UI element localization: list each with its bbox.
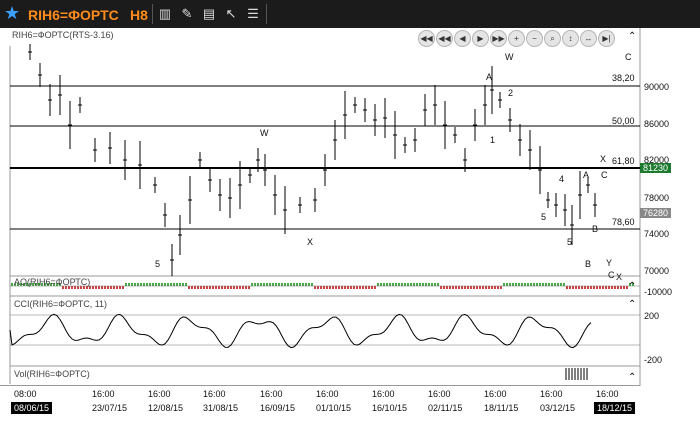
scroll-left-small-button[interactable]: ◀	[454, 30, 471, 47]
zoom-in-icon[interactable]: +	[508, 30, 525, 47]
collapse-main-icon[interactable]: ⌃	[628, 31, 636, 42]
date-tick: 12/08/15	[148, 403, 184, 413]
collapse-vol-icon[interactable]: ⌃	[628, 372, 636, 383]
pencil-icon[interactable]: ✎	[178, 5, 196, 23]
cci-axis-top: 200	[644, 311, 660, 321]
time-tick: 16:00	[148, 389, 171, 399]
symbol-label[interactable]: RIH6=ФОРТС	[28, 7, 119, 23]
separator	[152, 4, 153, 24]
date-tick: 18/12/15	[594, 402, 636, 414]
date-tick: 16/09/15	[260, 403, 296, 413]
collapse-ao-icon[interactable]: ⌃	[628, 281, 636, 292]
price-axis-label: 86000	[644, 119, 670, 129]
separator	[266, 4, 267, 24]
fit-vertical-icon[interactable]: ↕	[562, 30, 579, 47]
time-tick: 16:00	[372, 389, 395, 399]
wave-label: Y	[606, 258, 613, 268]
wave-label: W	[260, 128, 269, 138]
date-tick: 01/10/15	[316, 403, 352, 413]
fib-label: 38,20	[612, 73, 635, 83]
scroll-left-button[interactable]: ◀◀	[436, 30, 453, 47]
ao-panel-label: AO(RIH6=ФОРТС)	[14, 277, 91, 287]
cursor-icon[interactable]: ↖	[222, 5, 240, 23]
date-tick: 08/06/15	[11, 402, 53, 414]
bar-chart-icon[interactable]: ▥	[156, 5, 174, 23]
date-tick: 23/07/15	[92, 403, 128, 413]
wave-label: 2	[508, 88, 514, 98]
wave-label: C	[625, 52, 632, 62]
main-panel-label: RIH6=ФОРТС(RTS-3.16)	[12, 30, 114, 40]
vol-panel-label: Vol(RIH6=ФОРТС)	[14, 369, 90, 379]
date-tick: 16/10/15	[372, 403, 408, 413]
date-tick: 18/11/15	[484, 403, 519, 413]
current-price-tag: 81230	[640, 163, 672, 173]
price-axis-label: 70000	[644, 266, 670, 276]
search-icon[interactable]: ⌕	[544, 30, 561, 47]
time-tick: 16:00	[203, 389, 226, 399]
price-axis-label: 74000	[644, 229, 670, 239]
indicator-list-icon[interactable]: ☰	[244, 5, 262, 23]
collapse-cci-icon[interactable]: ⌃	[628, 299, 636, 310]
star-icon[interactable]: ★	[4, 3, 20, 23]
chart-type-icon[interactable]: ▤	[200, 5, 218, 23]
second-price-tag: 76280	[640, 208, 672, 218]
wave-label: X	[307, 237, 314, 247]
zoom-out-icon[interactable]: −	[526, 30, 543, 47]
time-tick: 08:00	[14, 389, 37, 399]
wave-label: C	[601, 170, 608, 180]
time-tick: 16:00	[428, 389, 451, 399]
scroll-right-small-button[interactable]: ▶	[472, 30, 489, 47]
wave-label: 4	[559, 174, 565, 184]
chart-canvas[interactable]	[0, 28, 700, 386]
fib-label: 61,80	[612, 156, 635, 166]
wave-label: W	[505, 52, 514, 62]
ao-axis-label: -10000	[644, 287, 673, 297]
price-axis-label: 78000	[644, 193, 670, 203]
date-tick: 03/12/15	[540, 403, 576, 413]
wave-label: B	[592, 224, 599, 234]
price-axis-label: 90000	[644, 82, 670, 92]
wave-label: 1	[490, 135, 496, 145]
scroll-first-button[interactable]: ◀◀	[418, 30, 435, 47]
scroll-right-button[interactable]: ▶▶	[490, 30, 507, 47]
scroll-last-button[interactable]: ▶|	[598, 30, 615, 47]
wave-label: 5	[567, 237, 573, 247]
x-axis: 08:00 16:00 16:00 16:00 16:00 16:00 16:0…	[0, 385, 640, 422]
date-tick: 31/08/15	[203, 403, 239, 413]
wave-label: A	[486, 72, 493, 82]
time-tick: 16:00	[596, 389, 619, 399]
cci-line	[9, 313, 592, 349]
time-tick: 16:00	[316, 389, 339, 399]
fib-label: 50,00	[612, 116, 635, 126]
date-tick: 02/11/15	[428, 403, 463, 413]
time-tick: 16:00	[92, 389, 115, 399]
wave-label: A	[583, 170, 590, 180]
time-tick: 16:00	[484, 389, 507, 399]
wave-label: C	[608, 270, 615, 280]
cci-panel-label: CCI(RIH6=ФОРТС, 11)	[14, 299, 108, 309]
time-tick: 16:00	[540, 389, 563, 399]
cci-axis-bottom: -200	[644, 355, 663, 365]
fit-horizontal-icon[interactable]: ↔	[580, 30, 597, 47]
wave-label: X	[600, 154, 607, 164]
wave-label: 5	[541, 212, 547, 222]
time-tick: 16:00	[260, 389, 283, 399]
wave-label: B	[585, 259, 592, 269]
fib-label: 78,60	[612, 217, 635, 227]
toolbar: ★ RIH6=ФОРТС H8 ▥ ✎ ▤ ↖ ☰	[0, 0, 700, 28]
wave-label: 5	[155, 259, 161, 269]
timeframe-label[interactable]: H8	[130, 7, 148, 23]
wave-label: X	[616, 272, 623, 282]
